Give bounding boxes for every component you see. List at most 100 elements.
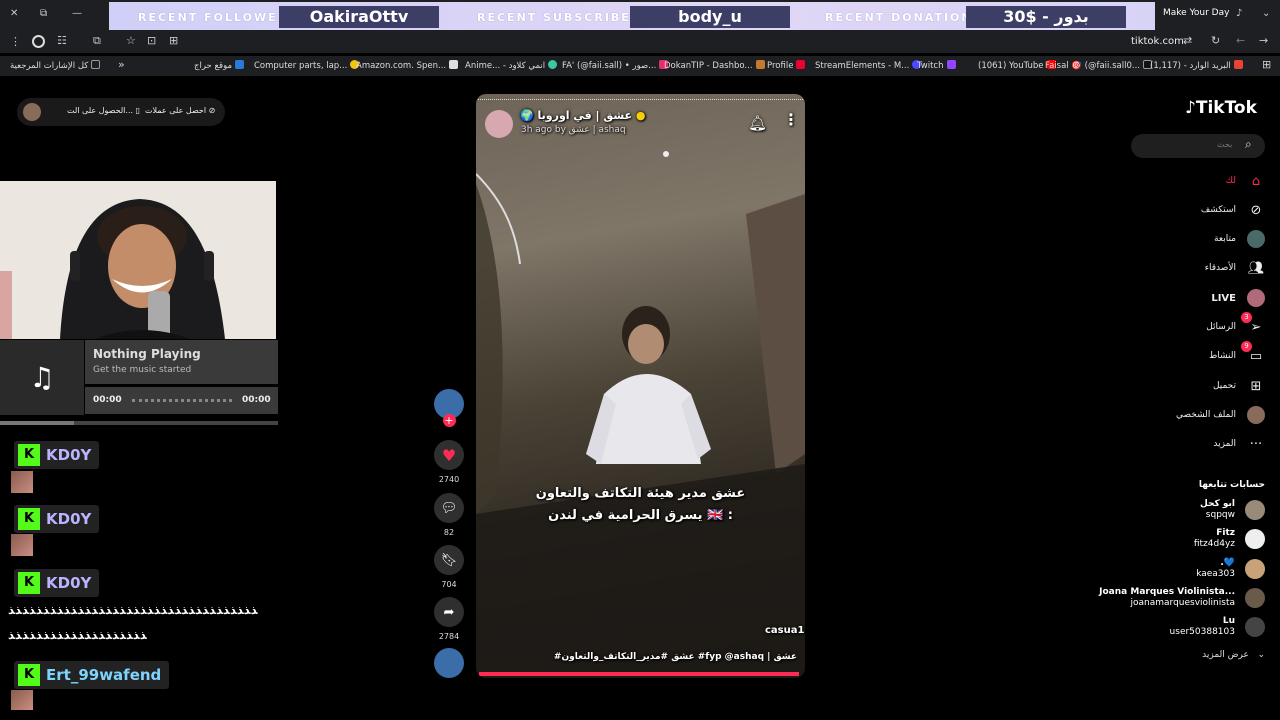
bookmark-gmail[interactable]: البريد الوارد - (1,117) <box>1150 60 1243 71</box>
get-coins-secondary[interactable]: الحصول على الت... ▯ <box>67 106 140 115</box>
music-progress: 00:00 00:00 <box>85 387 278 414</box>
comment-button[interactable]: 💬︎ 82 <box>434 493 464 537</box>
live-icon <box>1247 289 1265 307</box>
more-options-icon[interactable]: ⋮ <box>783 110 799 129</box>
chevron-down-icon[interactable]: ⌄ <box>1262 8 1270 19</box>
video-hashtags[interactable]: #عشق #مدير_التكاتف_والتعاون #fyp @ashaq … <box>486 652 797 662</box>
minimize-icon[interactable]: — <box>72 8 82 19</box>
following-account[interactable]: ابو كحل sqpqw <box>1200 499 1265 521</box>
activity-icon: ▭ 9 <box>1241 341 1265 365</box>
bookmark-instagram[interactable]: FA' (@faii.sall) • صور... <box>562 60 669 71</box>
creator-avatar-button[interactable]: + <box>434 389 464 427</box>
reload-icon[interactable]: ↻ <box>1211 34 1220 47</box>
bookmark-youtube[interactable]: (1061) YouTube <box>978 60 1056 71</box>
time-end: 00:00 <box>242 395 271 405</box>
close-icon[interactable]: ✕ <box>10 8 18 19</box>
progress-dots <box>476 99 805 101</box>
share-button[interactable]: ➦ 2784 <box>434 597 464 641</box>
following-account[interactable]: Lu user50388103 <box>1170 616 1265 638</box>
nav-activity[interactable]: النشاط ▭ 9 <box>1209 341 1265 367</box>
site-settings-icon[interactable]: ⇄ <box>1183 34 1192 47</box>
more-icon: ··· <box>1249 436 1263 452</box>
author-avatar[interactable] <box>485 110 513 138</box>
bookmark-twitch[interactable]: Twitch <box>917 60 956 71</box>
get-coins-button[interactable]: احصل على عملات ⊘ <box>145 106 215 115</box>
bookmark-icon[interactable]: 🔖︎ <box>434 545 464 575</box>
tune-icon[interactable]: ☷ <box>57 34 67 47</box>
follow-plus-icon[interactable]: + <box>442 414 456 427</box>
nav-friends[interactable]: الأصدقاء 👥︎ <box>1205 257 1265 279</box>
like-button[interactable]: ♥ 2740 <box>434 440 464 484</box>
chat-message: ﺬﺬﺬﺬﺬﺬﺬﺬﺬﺬﺬﺬﺬﺬﺬﺬﺬﺬﺬﺬﺬﺬﺬﺬﺬﺬﺬﺬﺬﺬﺬﺬﺬﺬﺬﺬ <box>8 603 258 617</box>
nav-messages[interactable]: الرسائل ➢ 3 <box>1206 312 1265 338</box>
bell-icon[interactable]: 🔔︎ <box>748 114 767 132</box>
search-input[interactable]: بحث ⌕ <box>1131 134 1265 158</box>
following-account[interactable]: .💙 kaea303 <box>1196 558 1265 580</box>
extension-circle-icon[interactable] <box>32 35 45 48</box>
apps-grid-icon[interactable]: ⊞ <box>1262 58 1271 71</box>
chat-emote <box>11 690 33 710</box>
video-player[interactable]: ● عشق | في اوروبا 🌍 3h ago by عشق | asha… <box>476 94 805 678</box>
restore-icon[interactable]: ⧉ <box>40 8 47 19</box>
home-icon: ⌂ <box>1251 173 1261 189</box>
avatar <box>1245 529 1265 549</box>
chevron-double-icon[interactable]: » <box>118 58 125 71</box>
comment-count: 82 <box>443 528 455 537</box>
comment-icon[interactable]: 💬︎ <box>434 493 464 523</box>
now-playing-panel: Nothing Playing Get the music started <box>85 340 278 384</box>
see-more-button[interactable]: عرض المزيد ⌄ <box>1160 650 1265 660</box>
search-icon[interactable]: ⌕ <box>1245 137 1252 152</box>
tiktok-logo[interactable]: ♪TikTok <box>1185 98 1257 118</box>
star-icon[interactable]: ☆ <box>126 34 136 47</box>
music-disc-icon[interactable] <box>434 648 464 678</box>
heart-icon[interactable]: ♥ <box>434 440 464 470</box>
now-playing-subtitle: Get the music started <box>93 365 192 375</box>
bookmark-anime-cloud[interactable]: Anime... - انمي كلاود <box>465 60 558 71</box>
chat-username: K KD0Y <box>14 569 100 597</box>
caption-line-1: عشق مدير هيئة التكاتف والتعاون <box>535 486 746 501</box>
following-account[interactable]: Fitz fitz4d4yz <box>1194 528 1265 550</box>
recent-donation-label: RECENT DONATION <box>825 11 973 24</box>
address-bar[interactable]: tiktok.com <box>1131 36 1184 47</box>
upload-icon: ⊞ <box>1250 378 1262 394</box>
notification-settings-icon[interactable]: ♪ <box>1236 8 1242 19</box>
notification-title: Make Your Day <box>1163 8 1230 18</box>
kick-badge-icon: K <box>18 572 40 594</box>
nav-profile[interactable]: الملف الشخصي <box>1176 404 1265 426</box>
share-icon[interactable]: ⊞ <box>169 34 178 47</box>
nav-following[interactable]: متابعة <box>1214 228 1265 250</box>
screenshot-icon[interactable]: ⊡ <box>147 34 156 47</box>
chat-emote <box>11 534 33 556</box>
back-icon[interactable]: → <box>1259 34 1268 47</box>
nav-upload[interactable]: تحميل ⊞ <box>1213 375 1265 397</box>
kick-badge-icon: K <box>18 664 40 686</box>
chat-username: K KD0Y <box>14 441 100 469</box>
recent-follower-label: RECENT FOLLOWER <box>138 11 289 24</box>
bookmark-tiktok-faisal[interactable]: Faisal 🎯 (@faii.sall0... <box>1045 60 1152 71</box>
bookmark-haraj[interactable]: موقع حراج <box>194 60 245 71</box>
sound-disc-button[interactable] <box>434 648 464 678</box>
bookmark-count: 704 <box>441 580 457 589</box>
streamer-webcam-image <box>0 181 276 339</box>
author-name[interactable]: ● عشق | في اوروبا 🌍 <box>520 109 645 122</box>
nav-for-you[interactable]: لك ⌂ <box>1226 170 1265 192</box>
bookmark-dokantip[interactable]: DokanTIP - Dashbo... <box>664 60 765 71</box>
nav-more[interactable]: المزيد ··· <box>1213 433 1265 455</box>
avatar[interactable] <box>23 103 41 121</box>
following-account[interactable]: Joana Marques Violinista... joanamarquesv… <box>1099 587 1265 609</box>
bookmark-streamelements[interactable]: StreamElements - M... <box>815 60 922 71</box>
extensions-icon[interactable]: ⧉ <box>93 34 101 48</box>
nav-live[interactable]: LIVE <box>1211 287 1265 309</box>
video-frame-image <box>476 151 805 678</box>
bookmark-computer-parts[interactable]: Computer parts, lap... <box>254 60 360 71</box>
video-progress-bar[interactable] <box>479 672 799 676</box>
chat-username: K Ert_99wafend <box>14 661 170 689</box>
bookmark-all[interactable]: كل الإشارات المرجعية <box>10 60 101 71</box>
nav-explore[interactable]: استكشف ⊘ <box>1201 199 1265 221</box>
menu-icon[interactable]: ⋮ <box>10 35 21 48</box>
bookmark-amazon[interactable]: Amazon.com. Spen... <box>356 60 459 71</box>
forward-icon[interactable]: ← <box>1236 34 1245 47</box>
share-icon[interactable]: ➦ <box>434 597 464 627</box>
bookmark-button[interactable]: 🔖︎ 704 <box>434 545 464 589</box>
bookmark-profile[interactable]: Profile <box>767 60 806 71</box>
